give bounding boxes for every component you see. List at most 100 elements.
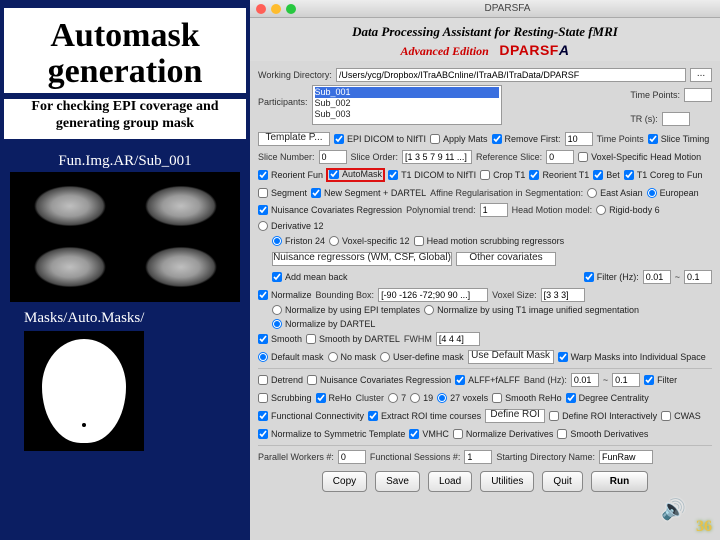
fwhm-label: FWHM [404,334,432,344]
refslice-label: Reference Slice: [476,152,542,162]
smooth-dartel-checkbox[interactable]: Smooth by DARTEL [306,334,400,344]
bet-checkbox[interactable]: Bet [593,170,620,180]
slicenum-input[interactable] [319,150,347,164]
c19-radio[interactable]: 19 [410,393,433,403]
refslice-input[interactable] [546,150,574,164]
filterhz-checkbox[interactable]: Filter (Hz): [584,272,639,282]
slide-subtitle: For checking EPI coverage and generating… [4,99,246,139]
copy-button[interactable]: Copy [322,471,367,492]
rigid-radio[interactable]: Rigid-body 6 [596,205,660,215]
filter-hi-input[interactable] [684,270,712,284]
scrub-checkbox[interactable]: Scrubbing [258,393,312,403]
filter2-checkbox[interactable]: Filter [644,375,677,385]
newseg-checkbox[interactable]: New Segment + DARTEL [311,188,426,198]
reho-checkbox[interactable]: ReHo [316,393,352,403]
friston-radio[interactable]: Friston 24 [272,236,325,246]
filter-lo-input[interactable] [643,270,671,284]
app-banner: Data Processing Assistant for Resting-St… [250,18,720,61]
sreho-checkbox[interactable]: Smooth ReHo [492,393,562,403]
template-button[interactable]: Template P... [258,132,330,146]
sd-input[interactable] [599,450,653,464]
applymats-checkbox[interactable]: Apply Mats [430,134,488,144]
cropt1-checkbox[interactable]: Crop T1 [480,170,525,180]
normsym-checkbox[interactable]: Normalize to Symmetric Template [258,429,405,439]
norm-t1-radio[interactable]: Normalize by using T1 image unified segm… [424,305,639,315]
minimize-icon[interactable] [271,4,281,14]
fc-checkbox[interactable]: Functional Connectivity [258,411,364,421]
voxhm-checkbox[interactable]: Voxel-Specific Head Motion [578,152,701,162]
tr-input[interactable] [662,112,690,126]
app-window: DPARSFA Data Processing Assistant for Re… [250,0,720,540]
usedefmask-button[interactable]: Use Default Mask [468,350,554,364]
defroi-button[interactable]: Define ROI [485,409,545,423]
list-item[interactable]: Sub_001 [315,87,499,98]
quit-button[interactable]: Quit [542,471,582,492]
poly-input[interactable] [480,203,508,217]
epi2nifti-checkbox[interactable]: EPI DICOM to NIfTI [334,134,426,144]
band-hi-input[interactable] [612,373,640,387]
tp-input[interactable] [684,88,712,102]
ncr2-checkbox[interactable]: Nuisance Covariates Regression [307,375,451,385]
run-button[interactable]: Run [591,471,648,492]
smooth-checkbox[interactable]: Smooth [258,334,302,344]
dc-checkbox[interactable]: Degree Centrality [566,393,649,403]
othercov-button[interactable]: Other covariates [456,252,556,266]
usermask-radio[interactable]: User-define mask [380,352,464,362]
automask-checkbox[interactable]: AutoMask [329,169,382,179]
t1coreg-checkbox[interactable]: T1 Coreg to Fun [624,170,703,180]
wmcsf-button[interactable]: Nuisance regressors (WM, CSF, Global) [272,252,452,266]
european-radio[interactable]: European [647,188,699,198]
mask-thumbnail [24,331,144,451]
vs-input[interactable] [541,288,585,302]
utilities-button[interactable]: Utilities [480,471,534,492]
norm-dartel-radio[interactable]: Normalize by DARTEL [272,319,375,329]
c7-radio[interactable]: 7 [388,393,406,403]
detrend-checkbox[interactable]: Detrend [258,375,303,385]
extractroi-checkbox[interactable]: Extract ROI time courses [368,411,481,421]
segment-checkbox[interactable]: Segment [258,188,307,198]
pw-input[interactable] [338,450,366,464]
norm-epi-radio[interactable]: Normalize by using EPI templates [272,305,420,315]
vmhc-checkbox[interactable]: VMHC [409,429,449,439]
addmean-checkbox[interactable]: Add mean back [272,272,348,282]
normalize-checkbox[interactable]: Normalize [258,290,312,300]
close-icon[interactable] [256,4,266,14]
nomask-radio[interactable]: No mask [328,352,377,362]
participants-list[interactable]: Sub_001 Sub_002 Sub_003 [312,85,502,125]
cwas-checkbox[interactable]: CWAS [661,411,701,421]
load-button[interactable]: Load [428,471,472,492]
c27-radio[interactable]: 27 voxels [437,393,488,403]
deriv-radio[interactable]: Derivative 12 [258,221,324,231]
wd-browse-button[interactable]: ... [690,68,712,82]
defmask-radio[interactable]: Default mask [258,352,324,362]
wd-input[interactable] [336,68,686,82]
reorientfun-checkbox[interactable]: Reorient Fun [258,170,323,180]
fs-input[interactable] [464,450,492,464]
removefirst-checkbox[interactable]: Remove First: [492,134,561,144]
smoothderiv-checkbox[interactable]: Smooth Derivatives [557,429,648,439]
fwhm-input[interactable] [436,332,480,346]
pw-label: Parallel Workers #: [258,452,334,462]
bb-input[interactable] [378,288,488,302]
save-button[interactable]: Save [375,471,420,492]
list-item[interactable]: Sub_003 [315,109,499,120]
warpmask-checkbox[interactable]: Warp Masks into Individual Space [558,352,706,362]
removefirst-input[interactable] [565,132,593,146]
bb-label: Bounding Box: [316,290,375,300]
list-item[interactable]: Sub_002 [315,98,499,109]
automask-highlight: AutoMask [327,169,384,181]
t1nifti-checkbox[interactable]: T1 DICOM to NIfTI [388,170,476,180]
scrubreg-checkbox[interactable]: Head motion scrubbing regressors [414,236,565,246]
window-titlebar: DPARSFA [250,0,720,18]
normderiv-checkbox[interactable]: Normalize Derivatives [453,429,554,439]
reorientt1-checkbox[interactable]: Reorient T1 [529,170,589,180]
defroi-int-checkbox[interactable]: Define ROI Interactively [549,411,657,421]
zoom-icon[interactable] [286,4,296,14]
slicetiming-checkbox[interactable]: Slice Timing [648,134,710,144]
vox12-radio[interactable]: Voxel-specific 12 [329,236,410,246]
nuisance-checkbox[interactable]: Nuisance Covariates Regression [258,205,402,215]
eastasian-radio[interactable]: East Asian [587,188,643,198]
band-lo-input[interactable] [571,373,599,387]
alff-checkbox[interactable]: ALFF+fALFF [455,375,520,385]
sliceorder-input[interactable] [402,150,472,164]
